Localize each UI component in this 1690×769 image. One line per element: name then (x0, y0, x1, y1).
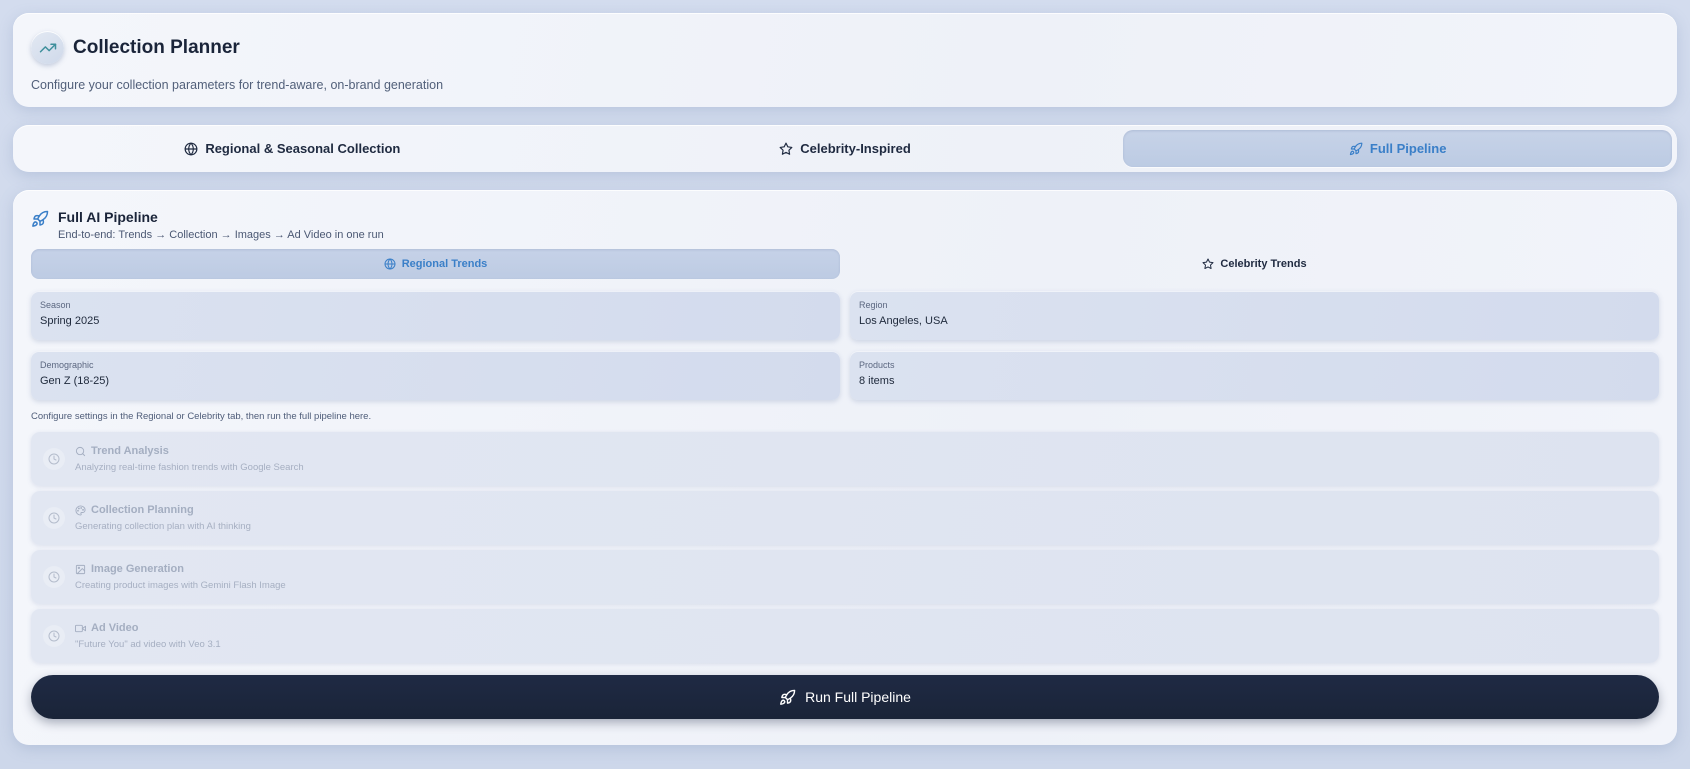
step-collection-planning: Collection Planning Generating collectio… (31, 491, 1659, 545)
step-description: Generating collection plan with AI think… (75, 521, 251, 532)
field-label: Demographic (40, 360, 94, 370)
tab-celebrity-inspired[interactable]: Celebrity-Inspired (571, 130, 1120, 167)
search-icon (75, 446, 86, 457)
tab-regional-seasonal[interactable]: Regional & Seasonal Collection (18, 130, 567, 167)
tab-full-pipeline[interactable]: Full Pipeline (1123, 130, 1673, 167)
step-body: Image Generation Creating product images… (75, 563, 286, 591)
video-icon (75, 623, 86, 634)
pipeline-steps: Trend Analysis Analyzing real-time fashi… (31, 432, 1659, 663)
run-full-pipeline-button[interactable]: Run Full Pipeline (31, 675, 1659, 719)
palette-icon (75, 504, 86, 516)
tab-regional-trends[interactable]: Regional Trends (31, 249, 840, 279)
step-description: Creating product images with Gemini Flas… (75, 580, 286, 591)
rocket-icon (779, 689, 796, 706)
trending-up-icon (31, 31, 64, 64)
tab-label: Regional & Seasonal Collection (205, 141, 401, 156)
image-icon (75, 564, 86, 575)
tab-celebrity-trends[interactable]: Celebrity Trends (850, 249, 1659, 279)
step-title-row: Image Generation (75, 563, 286, 575)
trend-source-tabs: Regional Trends Celebrity Trends (31, 249, 1659, 279)
field-label: Region (859, 300, 888, 310)
clock-icon (43, 625, 65, 647)
mode-tab-bar: Regional & Seasonal Collection Celebrity… (13, 125, 1677, 172)
field-value: Los Angeles, USA (859, 315, 948, 327)
step-trend-analysis: Trend Analysis Analyzing real-time fashi… (31, 432, 1659, 486)
pipeline-header: Full AI Pipeline End-to-end: Trends → Co… (31, 207, 1659, 241)
products-field: Products 8 items (850, 351, 1659, 400)
step-ad-video: Ad Video "Future You" ad video with Veo … (31, 609, 1659, 663)
pipeline-description: End-to-end: Trends → Collection → Images… (58, 229, 384, 241)
pipeline-card: Full AI Pipeline End-to-end: Trends → Co… (13, 190, 1677, 745)
step-body: Trend Analysis Analyzing real-time fashi… (75, 445, 304, 473)
field-label: Products (859, 360, 895, 370)
pipeline-hint: Configure settings in the Regional or Ce… (31, 411, 372, 422)
field-label: Season (40, 300, 71, 310)
clock-icon (43, 566, 65, 588)
field-value: Spring 2025 (40, 315, 100, 327)
rocket-icon (31, 210, 49, 228)
tab-label: Full Pipeline (1369, 141, 1447, 156)
pipeline-heading-group: Full AI Pipeline End-to-end: Trends → Co… (58, 209, 384, 241)
page-title: Collection Planner (73, 36, 240, 58)
app-root: Collection Planner Configure your collec… (0, 0, 1690, 769)
subtab-label: Celebrity Trends (1220, 258, 1307, 270)
step-title-row: Collection Planning (75, 504, 251, 516)
field-value: 8 items (859, 375, 895, 387)
settings-summary: Season Spring 2025 Region Los Angeles, U… (31, 291, 1659, 400)
step-title: Collection Planning (91, 504, 194, 516)
header-card: Collection Planner Configure your collec… (13, 13, 1677, 107)
step-title: Ad Video (91, 622, 139, 634)
header-row: Collection Planner (31, 31, 1659, 64)
subtab-label: Regional Trends (401, 258, 488, 270)
step-body: Ad Video "Future You" ad video with Veo … (75, 622, 221, 650)
step-body: Collection Planning Generating collectio… (75, 504, 251, 532)
clock-icon (43, 448, 65, 470)
region-field: Region Los Angeles, USA (850, 291, 1659, 340)
step-description: Analyzing real-time fashion trends with … (75, 462, 304, 473)
page-subtitle: Configure your collection parameters for… (31, 78, 444, 92)
star-icon (1202, 258, 1214, 270)
globe-icon (184, 142, 198, 156)
run-button-label: Run Full Pipeline (805, 689, 911, 705)
season-field: Season Spring 2025 (31, 291, 840, 340)
tab-label: Celebrity-Inspired (800, 141, 911, 156)
step-title: Image Generation (91, 563, 184, 575)
step-title-row: Trend Analysis (75, 445, 304, 457)
step-image-generation: Image Generation Creating product images… (31, 550, 1659, 604)
step-title-row: Ad Video (75, 622, 221, 634)
star-icon (779, 142, 793, 156)
demographic-field: Demographic Gen Z (18-25) (31, 351, 840, 400)
pipeline-title: Full AI Pipeline (58, 209, 158, 225)
step-description: "Future You" ad video with Veo 3.1 (75, 639, 221, 650)
field-value: Gen Z (18-25) (40, 375, 110, 387)
clock-icon (43, 507, 65, 529)
globe-icon (384, 258, 396, 270)
step-title: Trend Analysis (91, 445, 169, 457)
rocket-icon (1349, 142, 1363, 156)
